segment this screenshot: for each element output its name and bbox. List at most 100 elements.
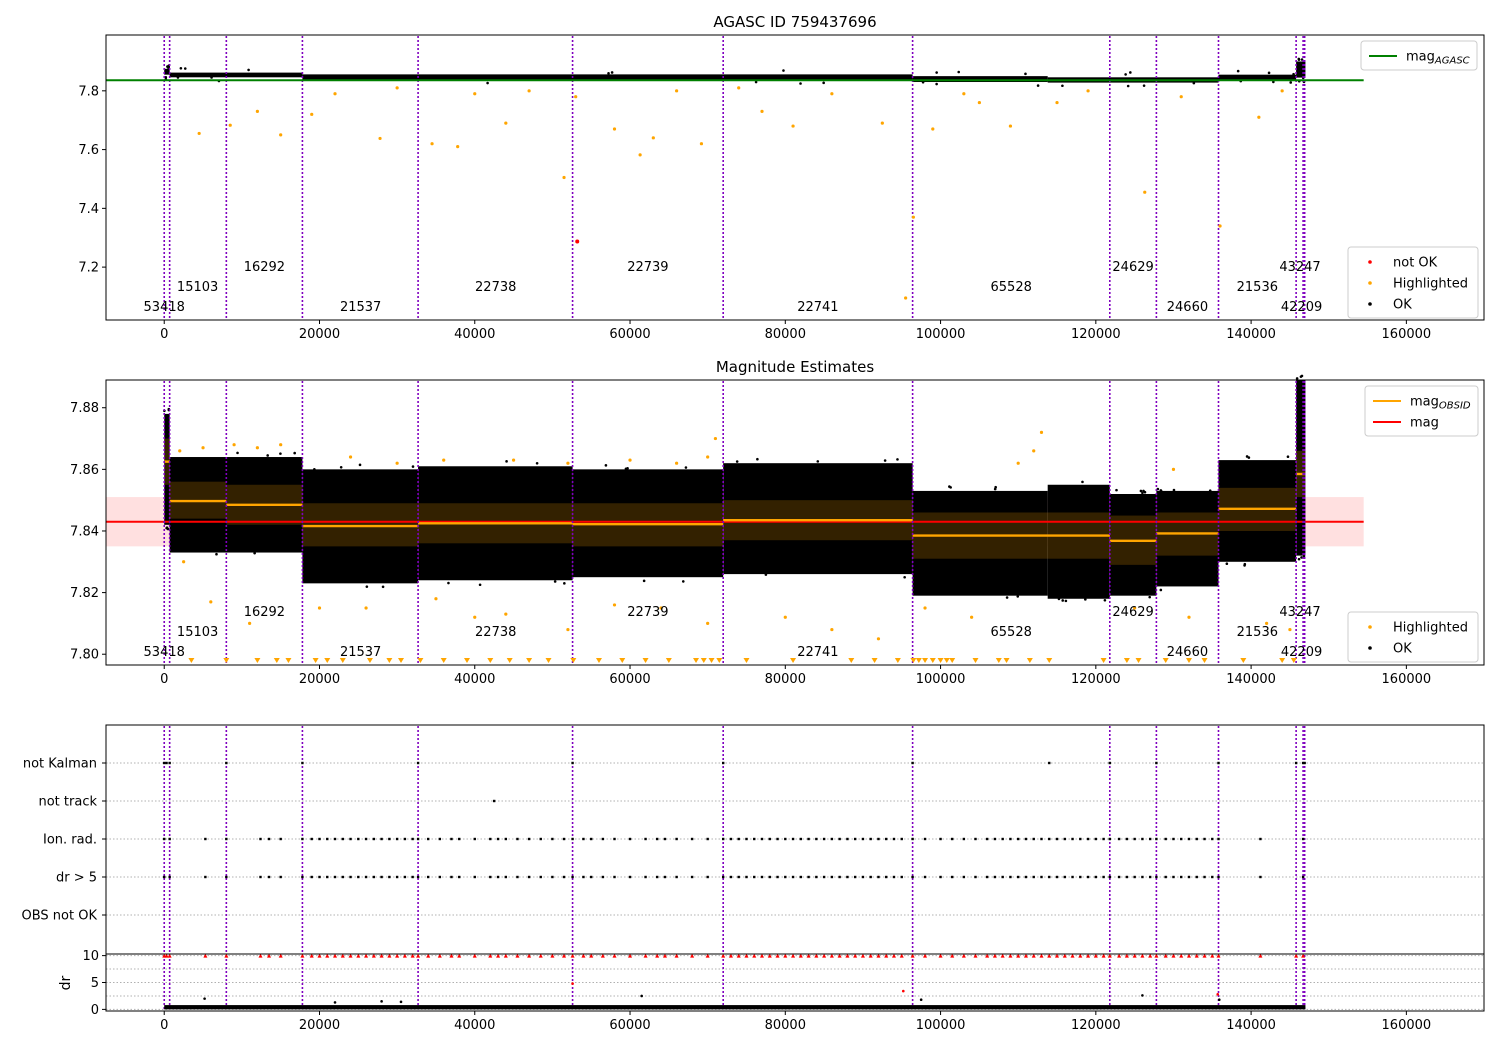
flag-point	[838, 875, 841, 879]
ok-point	[935, 71, 938, 74]
flag-point	[1086, 875, 1090, 879]
ok-point-cloud	[169, 72, 303, 78]
flag-point	[838, 837, 841, 841]
flag-point	[745, 875, 748, 879]
flag-point	[496, 875, 500, 879]
data-point	[378, 136, 382, 141]
flag-point	[885, 875, 888, 879]
flag-point	[721, 761, 725, 765]
ok-point	[166, 65, 169, 68]
flag-point	[1079, 875, 1082, 879]
ok-point-cloud	[1218, 74, 1297, 80]
flag-point	[853, 837, 857, 841]
flag-point	[776, 875, 779, 879]
flag-point	[861, 875, 865, 879]
flag-point	[613, 837, 616, 841]
flag-point	[1024, 875, 1028, 879]
ok-point	[1297, 557, 1301, 561]
ok-point	[610, 71, 614, 74]
data-point	[830, 627, 834, 632]
flag-point	[1164, 875, 1167, 879]
flag-point	[911, 875, 914, 879]
ok-point	[210, 76, 213, 79]
flag-point	[1187, 837, 1191, 841]
x-tick-label: 160000	[1382, 672, 1432, 687]
x-tick-label: 0	[160, 1018, 168, 1033]
ok-point	[236, 451, 239, 455]
data-point	[364, 606, 368, 610]
flag-point	[1155, 875, 1158, 879]
data-point	[203, 997, 206, 1000]
ok-point	[626, 467, 629, 470]
flag-point	[582, 875, 585, 879]
ok-point	[1225, 562, 1229, 566]
flag-point	[1155, 761, 1158, 765]
legend-box	[1347, 611, 1479, 663]
data-point	[527, 89, 531, 93]
flag-point	[1016, 875, 1020, 879]
flag-point	[364, 837, 368, 841]
flag-point	[1094, 875, 1098, 879]
ok-point	[1142, 84, 1146, 87]
flag-point	[1032, 875, 1035, 879]
data-point	[699, 142, 704, 146]
ok-point	[293, 451, 296, 455]
flag-point	[784, 875, 787, 879]
flag-point	[939, 875, 942, 879]
x-tick-label: 100000	[916, 327, 966, 342]
obsid-label: 22739	[627, 605, 668, 620]
data-point	[675, 89, 679, 93]
flag-point	[426, 837, 430, 841]
obsid-label: 53418	[144, 300, 185, 315]
data-point	[1217, 998, 1221, 1002]
flag-point	[807, 837, 810, 841]
flag-point	[1148, 875, 1152, 879]
flag-point	[1180, 837, 1183, 841]
ok-point	[764, 573, 768, 576]
flag-point	[911, 761, 914, 765]
legend-label: not OK	[1393, 256, 1438, 271]
flag-point	[962, 837, 966, 841]
data-point	[442, 458, 446, 462]
y-tick-label: 7.6	[78, 143, 99, 158]
flag-point	[1133, 875, 1136, 879]
flag-point	[1301, 837, 1305, 841]
data-point	[1016, 461, 1020, 465]
flag-point	[1125, 875, 1129, 879]
flag-point	[279, 875, 282, 879]
flag-point	[729, 875, 733, 879]
flag-point	[846, 875, 849, 879]
flag-point	[628, 837, 632, 841]
flag-point	[846, 837, 849, 841]
ok-point	[1192, 81, 1196, 85]
obsid-label: 22739	[627, 260, 668, 275]
ok-point	[563, 582, 566, 585]
flag-point	[259, 875, 262, 879]
data-point	[395, 461, 399, 465]
flag-point	[822, 875, 826, 879]
flag-point	[985, 875, 989, 879]
data-point	[566, 461, 570, 465]
ok-point	[1289, 81, 1292, 84]
obsid-label: 24629	[1112, 605, 1153, 620]
data-point	[504, 612, 508, 616]
ok-point	[1236, 69, 1240, 73]
obsid-label: 21537	[340, 300, 381, 315]
x-tick-label: 40000	[454, 672, 495, 687]
dr-ylabel: dr	[58, 975, 74, 990]
flag-point	[1195, 875, 1198, 879]
ok-point	[607, 72, 610, 75]
flag-point	[1094, 837, 1098, 841]
obsid-label: 43247	[1279, 260, 1320, 275]
obsid-label: 24660	[1167, 300, 1208, 315]
data-point	[279, 133, 283, 137]
data-point	[456, 145, 460, 149]
flag-point	[601, 837, 605, 841]
data-point	[783, 615, 787, 619]
x-tick-label: 0	[160, 672, 168, 687]
legend-subscript: AGASC	[1434, 56, 1470, 67]
flag-point	[951, 837, 954, 841]
x-tick-label: 60000	[609, 1018, 650, 1033]
legend-point-swatch	[1368, 646, 1372, 650]
data-point	[1008, 124, 1013, 128]
